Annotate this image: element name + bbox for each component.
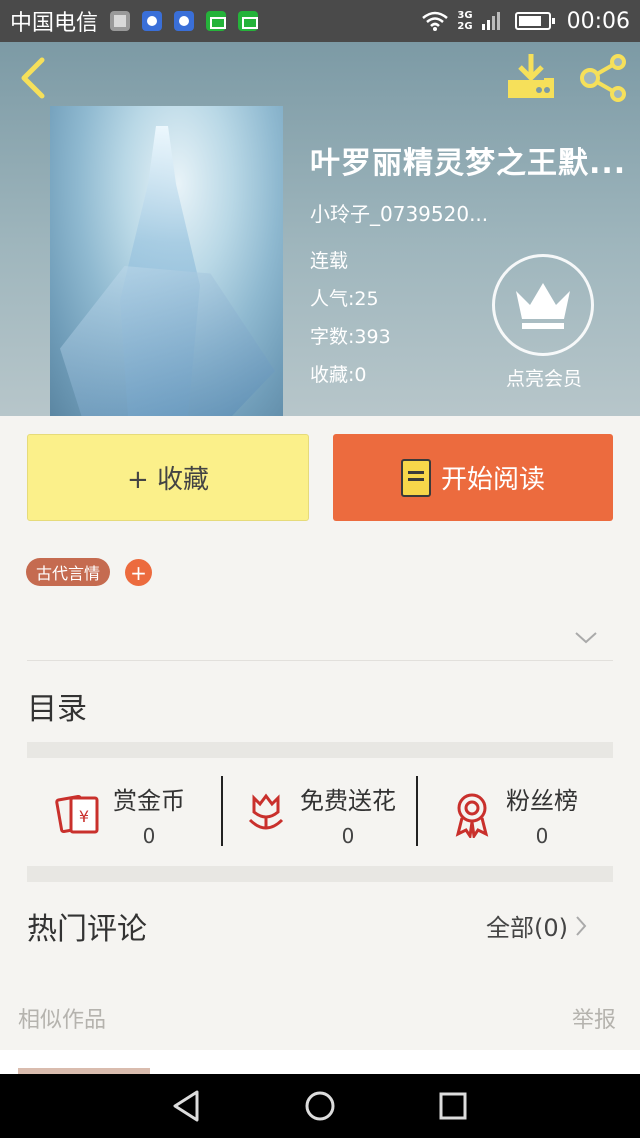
iqiyi-notification-icon xyxy=(206,11,227,31)
clock: 00:06 xyxy=(566,8,630,34)
free-flower-stat[interactable]: 免费送花 0 xyxy=(242,780,396,848)
fan-ranking-label: 粉丝榜 xyxy=(506,786,578,815)
reward-coin-value: 0 xyxy=(142,823,156,848)
book-icon xyxy=(400,458,431,497)
start-reading-label: 开始阅读 xyxy=(440,465,545,495)
popularity-value: 25 xyxy=(354,288,379,310)
section-divider xyxy=(27,742,613,758)
award-icon xyxy=(455,793,489,838)
nav-back-icon[interactable] xyxy=(167,1086,207,1126)
nav-home-icon[interactable] xyxy=(300,1086,340,1126)
svg-text:¥: ¥ xyxy=(79,807,89,826)
book-cover-image xyxy=(50,106,283,416)
start-reading-button[interactable]: 开始阅读 xyxy=(333,434,613,521)
iqiyi-notification-icon-2 xyxy=(238,11,259,31)
free-flower-label: 免费送花 xyxy=(300,786,396,815)
book-title: 叶罗丽精灵梦之王默... xyxy=(310,146,627,181)
signal-icon xyxy=(481,12,500,30)
chevron-right-icon xyxy=(576,915,587,936)
report-link[interactable]: 举报 xyxy=(572,1002,616,1034)
back-icon[interactable] xyxy=(14,56,54,100)
popularity-label: 人气: xyxy=(310,288,355,310)
reward-coin-label: 赏金币 xyxy=(113,786,185,815)
download-icon[interactable] xyxy=(506,52,556,100)
reward-coin-stat[interactable]: ¥ 赏金币 0 xyxy=(55,780,185,848)
divider xyxy=(27,660,613,661)
word-count-line: 字数:393 xyxy=(310,322,391,349)
section-divider xyxy=(27,866,613,882)
all-comments-link[interactable]: 全部(0) xyxy=(486,908,588,943)
all-comments-label: 全部(0) xyxy=(486,914,568,942)
red-envelope-icon: ¥ xyxy=(55,794,99,834)
carrier-label: 中国电信 xyxy=(10,11,99,36)
chevron-down-icon[interactable] xyxy=(572,628,600,648)
popularity-line: 人气:25 xyxy=(310,284,379,311)
status-bar: 中国电信 3G 2G 00:06 xyxy=(0,0,640,42)
genre-tag[interactable]: 古代言情 xyxy=(26,558,111,586)
baidu-notification-icon-2 xyxy=(174,11,195,31)
favorites-line: 收藏:0 xyxy=(310,360,367,387)
wifi-icon xyxy=(422,11,449,31)
share-icon[interactable] xyxy=(578,54,630,102)
word-count-label: 字数: xyxy=(310,326,355,348)
book-author[interactable]: 小玲子_0739520... xyxy=(310,198,610,227)
vip-button[interactable] xyxy=(492,254,594,356)
stat-divider xyxy=(221,776,223,846)
crown-icon xyxy=(516,283,570,329)
collect-button[interactable]: + 收藏 xyxy=(27,434,309,521)
gallery-notification-icon xyxy=(110,11,131,31)
favorites-value: 0 xyxy=(354,364,367,386)
system-nav-bar xyxy=(0,1074,640,1138)
network-type: 3G 2G xyxy=(457,10,473,32)
similar-works-title: 相似作品 xyxy=(18,1008,107,1033)
book-status: 连载 xyxy=(310,250,349,272)
fan-ranking-value: 0 xyxy=(535,823,549,848)
add-tag-button[interactable]: + xyxy=(125,559,152,586)
nav-recents-icon[interactable] xyxy=(433,1086,473,1126)
battery-icon xyxy=(514,12,555,30)
vip-label[interactable]: 点亮会员 xyxy=(486,364,602,391)
word-count-value: 393 xyxy=(354,326,391,348)
stat-divider xyxy=(416,776,418,846)
book-header: 叶罗丽精灵梦之王默... 小玲子_0739520... 连载 人气:25 字数:… xyxy=(0,42,640,416)
toc-title[interactable]: 目录 xyxy=(27,684,87,728)
hot-comments-title: 热门评论 xyxy=(27,912,147,947)
fan-ranking-stat[interactable]: 粉丝榜 0 xyxy=(448,780,578,848)
favorites-label: 收藏: xyxy=(310,364,355,386)
flower-icon xyxy=(248,793,284,830)
baidu-notification-icon xyxy=(142,11,163,31)
free-flower-value: 0 xyxy=(341,823,355,848)
